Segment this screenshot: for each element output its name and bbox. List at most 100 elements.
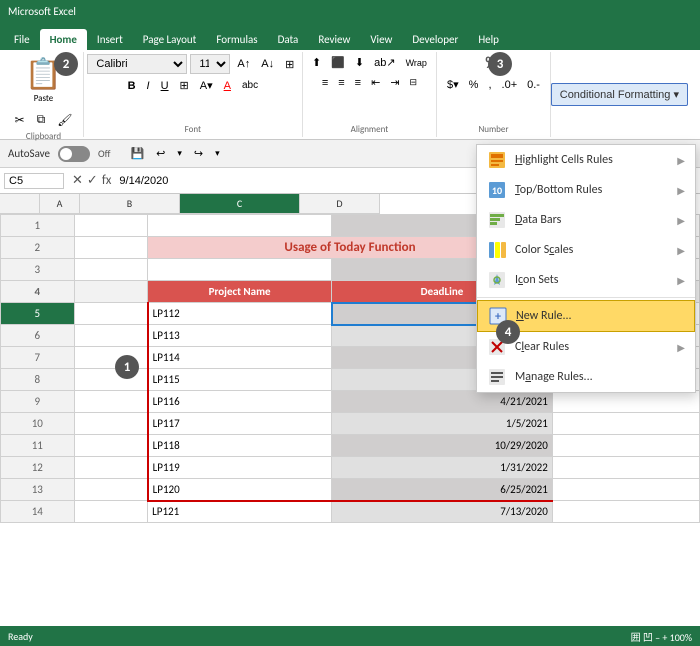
- color-scales-item[interactable]: Color Scales ▶: [477, 235, 695, 265]
- cell-reference-input[interactable]: [4, 173, 64, 189]
- cancel-formula-icon[interactable]: ✕: [72, 173, 83, 188]
- fill-color-button[interactable]: A▾: [196, 77, 217, 94]
- font-name-select[interactable]: Calibri: [87, 54, 187, 74]
- highlight-cells-item[interactable]: Highlight Cells Rules ▶: [477, 145, 695, 175]
- increase-font-button[interactable]: A↑: [233, 56, 254, 72]
- cell-b5[interactable]: LP112: [148, 303, 332, 325]
- cell-d13[interactable]: [552, 479, 699, 501]
- percent-button[interactable]: %: [465, 76, 483, 93]
- cell-a9[interactable]: [74, 391, 148, 413]
- cell-a4[interactable]: [74, 281, 148, 303]
- cell-a12[interactable]: [74, 457, 148, 479]
- cell-c13[interactable]: 6/25/2021: [332, 479, 553, 501]
- strikethrough-button[interactable]: abc: [238, 78, 262, 93]
- cell-b12[interactable]: LP119: [148, 457, 332, 479]
- cell-a5[interactable]: [74, 303, 148, 325]
- orientation-button[interactable]: ab↗: [370, 54, 399, 71]
- format-cells-button[interactable]: ⊞: [281, 56, 298, 73]
- tab-help[interactable]: Help: [468, 29, 509, 50]
- tab-page-layout[interactable]: Page Layout: [133, 29, 207, 50]
- font-color-button[interactable]: A: [220, 78, 235, 94]
- save-button[interactable]: 💾: [126, 145, 148, 162]
- col-b-header[interactable]: B: [80, 194, 180, 214]
- tab-developer[interactable]: Developer: [402, 29, 468, 50]
- cell-c12[interactable]: 1/31/2022: [332, 457, 553, 479]
- cell-d11[interactable]: [552, 435, 699, 457]
- top-bottom-item[interactable]: 10 Top/Bottom Rules ▶: [477, 175, 695, 205]
- bold-button[interactable]: B: [124, 78, 140, 94]
- cell-c10[interactable]: 1/5/2021: [332, 413, 553, 435]
- cell-b10[interactable]: LP117: [148, 413, 332, 435]
- tab-home[interactable]: Home: [40, 29, 87, 50]
- redo-arrow[interactable]: ▾: [211, 146, 224, 161]
- confirm-formula-icon[interactable]: ✓: [87, 173, 98, 188]
- insert-function-icon[interactable]: fx: [102, 173, 112, 188]
- cell-c11[interactable]: 10/29/2020: [332, 435, 553, 457]
- decrease-font-button[interactable]: A↓: [257, 56, 278, 72]
- cell-a2[interactable]: [74, 237, 148, 259]
- cell-b7[interactable]: LP114: [148, 347, 332, 369]
- copy-button[interactable]: ⧉: [33, 110, 50, 129]
- cell-d10[interactable]: [552, 413, 699, 435]
- autosave-toggle[interactable]: [58, 146, 90, 162]
- tab-view[interactable]: View: [360, 29, 402, 50]
- col-d-header[interactable]: D: [300, 194, 380, 214]
- cell-a14[interactable]: [74, 501, 148, 523]
- cut-button[interactable]: ✂: [11, 110, 29, 129]
- tab-formulas[interactable]: Formulas: [206, 29, 267, 50]
- format-painter-button[interactable]: 🖌: [53, 110, 76, 129]
- border-button[interactable]: ⊞: [176, 77, 193, 94]
- decrease-decimal-button[interactable]: 0.-: [523, 76, 544, 93]
- cell-b11[interactable]: LP118: [148, 435, 332, 457]
- cell-b14[interactable]: LP121: [148, 501, 332, 523]
- comma-style-button[interactable]: ,: [484, 76, 495, 93]
- cell-c9[interactable]: 4/21/2021: [332, 391, 553, 413]
- cell-c14[interactable]: 7/13/2020: [332, 501, 553, 523]
- underline-button[interactable]: U: [157, 78, 173, 94]
- conditional-formatting-button[interactable]: Conditional Formatting ▾: [551, 83, 688, 106]
- cell-d9[interactable]: [552, 391, 699, 413]
- redo-button[interactable]: ↪: [190, 145, 207, 162]
- tab-data[interactable]: Data: [268, 29, 309, 50]
- cell-b3[interactable]: [148, 259, 332, 281]
- cell-b1[interactable]: [148, 215, 332, 237]
- decrease-indent-button[interactable]: ⇤: [367, 74, 384, 91]
- merge-center-button[interactable]: ⊟: [406, 74, 422, 91]
- col-c-header[interactable]: C: [180, 194, 300, 214]
- align-left-button[interactable]: ≡: [318, 74, 332, 91]
- font-size-select[interactable]: 11: [190, 54, 230, 74]
- top-align-button[interactable]: ⬆: [308, 54, 325, 71]
- cell-a3[interactable]: [74, 259, 148, 281]
- tab-file[interactable]: File: [4, 29, 40, 50]
- data-bars-item[interactable]: Data Bars ▶: [477, 205, 695, 235]
- tab-insert[interactable]: Insert: [87, 29, 133, 50]
- cell-a1[interactable]: [74, 215, 148, 237]
- cell-a11[interactable]: [74, 435, 148, 457]
- cell-b8[interactable]: LP115: [148, 369, 332, 391]
- cell-b13[interactable]: LP120: [148, 479, 332, 501]
- cell-b6[interactable]: LP113: [148, 325, 332, 347]
- increase-indent-button[interactable]: ⇥: [386, 74, 403, 91]
- undo-arrow[interactable]: ▾: [173, 146, 186, 161]
- align-center-button[interactable]: ≡: [334, 74, 348, 91]
- currency-button[interactable]: $▾: [443, 76, 463, 93]
- cell-a13[interactable]: [74, 479, 148, 501]
- bottom-align-button[interactable]: ⬇: [351, 54, 368, 71]
- col-a-header[interactable]: A: [40, 194, 80, 214]
- align-right-button[interactable]: ≡: [351, 74, 365, 91]
- undo-button[interactable]: ↩: [152, 145, 169, 162]
- cell-b9[interactable]: LP116: [148, 391, 332, 413]
- cell-b4-header[interactable]: Project Name: [148, 281, 332, 303]
- increase-decimal-button[interactable]: .0+: [498, 76, 522, 93]
- tab-review[interactable]: Review: [308, 29, 360, 50]
- icon-sets-item[interactable]: Icon Sets ▶: [477, 265, 695, 295]
- middle-align-button[interactable]: ⬛: [327, 54, 349, 71]
- row-num-12: 12: [1, 457, 75, 479]
- italic-button[interactable]: I: [143, 78, 154, 94]
- cell-a6[interactable]: [74, 325, 148, 347]
- manage-rules-item[interactable]: Manage Rules...: [477, 362, 695, 392]
- cell-d14[interactable]: [552, 501, 699, 523]
- cell-d12[interactable]: [552, 457, 699, 479]
- wrap-text-button[interactable]: Wrap: [402, 54, 431, 71]
- cell-a10[interactable]: [74, 413, 148, 435]
